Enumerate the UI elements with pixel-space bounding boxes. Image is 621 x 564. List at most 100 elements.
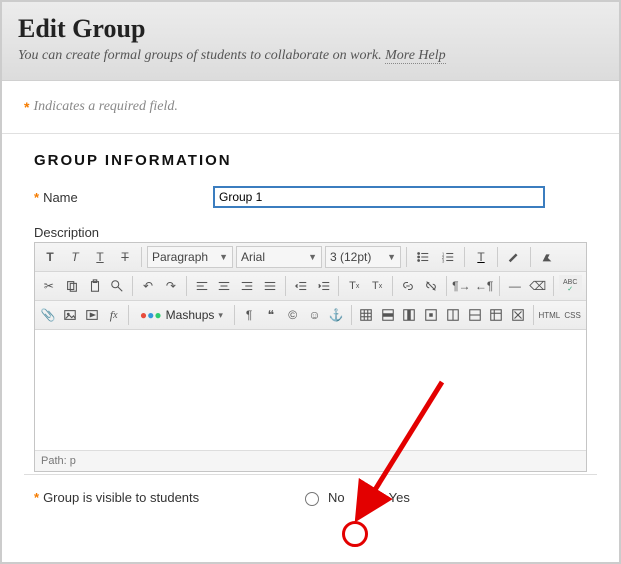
name-input[interactable]: [214, 187, 544, 207]
chevron-down-icon: ▼: [387, 252, 396, 262]
table-row-icon[interactable]: [378, 304, 397, 326]
redo-icon[interactable]: ↷: [161, 275, 181, 297]
quote-icon[interactable]: ❝: [262, 304, 281, 326]
separator: [186, 276, 187, 296]
visibility-no-radio[interactable]: [305, 492, 319, 506]
annotation-circle: [342, 521, 368, 547]
indent-icon[interactable]: [314, 275, 334, 297]
mashups-button[interactable]: ●●● Mashups ▾: [134, 304, 229, 326]
separator: [464, 247, 465, 267]
separator: [141, 247, 142, 267]
emoticon-icon[interactable]: ☺: [305, 304, 324, 326]
align-right-icon[interactable]: [237, 275, 257, 297]
table-props-icon[interactable]: [487, 304, 506, 326]
table-delete-icon[interactable]: [509, 304, 528, 326]
fx-icon[interactable]: fx: [104, 304, 123, 326]
visibility-yes-radio[interactable]: [366, 492, 380, 506]
clear-format-icon[interactable]: [536, 246, 558, 268]
anchor-icon[interactable]: ⚓: [327, 304, 346, 326]
image-icon[interactable]: [61, 304, 80, 326]
separator: [499, 276, 500, 296]
name-field-row: * Name: [24, 187, 597, 207]
css-icon[interactable]: CSS: [563, 304, 582, 326]
pilcrow-icon[interactable]: ¶: [240, 304, 259, 326]
cut-icon[interactable]: ✂: [39, 275, 59, 297]
visibility-yes-label: Yes: [389, 490, 410, 505]
undo-icon[interactable]: ↶: [138, 275, 158, 297]
align-justify-icon[interactable]: [260, 275, 280, 297]
separator: [446, 276, 447, 296]
number-list-icon[interactable]: 123: [437, 246, 459, 268]
required-star-icon: *: [34, 190, 39, 205]
link-icon[interactable]: [398, 275, 418, 297]
media-icon[interactable]: [83, 304, 102, 326]
name-label: * Name: [24, 190, 214, 205]
visibility-label: * Group is visible to students: [34, 490, 294, 505]
text-direction-ltr-icon[interactable]: ¶→: [451, 275, 471, 297]
paragraph-dropdown[interactable]: Paragraph▼: [147, 246, 233, 268]
table-split-icon[interactable]: [465, 304, 484, 326]
separator: [351, 305, 352, 325]
separator: [285, 276, 286, 296]
rich-text-editor: T T T T Paragraph▼ Arial▼ 3 (12pt)▼ 123 …: [34, 242, 587, 472]
hr-icon[interactable]: —: [505, 275, 525, 297]
editor-body[interactable]: [35, 330, 586, 450]
required-star-icon: *: [34, 490, 39, 505]
italic-icon[interactable]: T: [64, 246, 86, 268]
spellcheck-label: ABC: [563, 279, 577, 286]
more-help-link[interactable]: More Help: [385, 48, 446, 64]
copy-icon[interactable]: [62, 275, 82, 297]
align-left-icon[interactable]: [192, 275, 212, 297]
page-header: Edit Group You can create formal groups …: [2, 2, 619, 81]
copyright-icon[interactable]: ©: [283, 304, 302, 326]
text-color-icon[interactable]: T: [470, 246, 492, 268]
separator: [128, 305, 129, 325]
separator: [497, 247, 498, 267]
separator: [530, 247, 531, 267]
table-cell-icon[interactable]: [422, 304, 441, 326]
unlink-icon[interactable]: [421, 275, 441, 297]
underline-icon[interactable]: T: [89, 246, 111, 268]
subscript-icon[interactable]: Tx: [367, 275, 387, 297]
attach-icon[interactable]: 📎: [39, 304, 58, 326]
size-label: 3 (12pt): [330, 250, 371, 264]
remove-format-icon[interactable]: ⌫: [528, 275, 548, 297]
separator: [234, 305, 235, 325]
fontsize-dropdown[interactable]: 3 (12pt) ▼: [325, 246, 401, 268]
path-value: p: [70, 455, 76, 467]
highlight-icon[interactable]: [503, 246, 525, 268]
table-col-icon[interactable]: [400, 304, 419, 326]
separator: [553, 276, 554, 296]
required-note: * Indicates a required field.: [24, 99, 597, 115]
separator: [533, 305, 534, 325]
editor-path: Path: p: [35, 450, 586, 471]
strike-icon[interactable]: T: [114, 246, 136, 268]
description-label: Description: [24, 225, 597, 240]
bold-icon[interactable]: T: [39, 246, 61, 268]
toolbar-row-3: 📎 fx ●●● Mashups ▾ ¶ ❝ © ☺ ⚓: [35, 301, 586, 330]
html-icon[interactable]: HTML: [538, 304, 560, 326]
find-icon[interactable]: [107, 275, 127, 297]
visibility-no-label: No: [328, 490, 345, 505]
chevron-down-icon: ▾: [218, 310, 223, 321]
chevron-down-icon: ▼: [308, 252, 317, 262]
font-dropdown[interactable]: Arial▼: [236, 246, 322, 268]
outdent-icon[interactable]: [291, 275, 311, 297]
separator: [392, 276, 393, 296]
divider: [2, 133, 619, 134]
text-direction-rtl-icon[interactable]: ←¶: [474, 275, 494, 297]
superscript-icon[interactable]: Tx: [344, 275, 364, 297]
visibility-row: * Group is visible to students No Yes: [24, 474, 597, 520]
table-icon[interactable]: [356, 304, 375, 326]
chevron-down-icon: ▼: [219, 252, 228, 262]
spellcheck-icon[interactable]: ABC✓: [559, 275, 582, 297]
name-label-text: Name: [43, 190, 78, 205]
separator: [406, 247, 407, 267]
table-merge-icon[interactable]: [444, 304, 463, 326]
separator: [338, 276, 339, 296]
toolbar-row-2: ✂ ↶ ↷ Tx Tx ¶→ ←¶ — ⌫: [35, 272, 586, 301]
bullet-list-icon[interactable]: [412, 246, 434, 268]
svg-text:3: 3: [442, 258, 445, 263]
align-center-icon[interactable]: [215, 275, 235, 297]
paste-icon[interactable]: [85, 275, 105, 297]
